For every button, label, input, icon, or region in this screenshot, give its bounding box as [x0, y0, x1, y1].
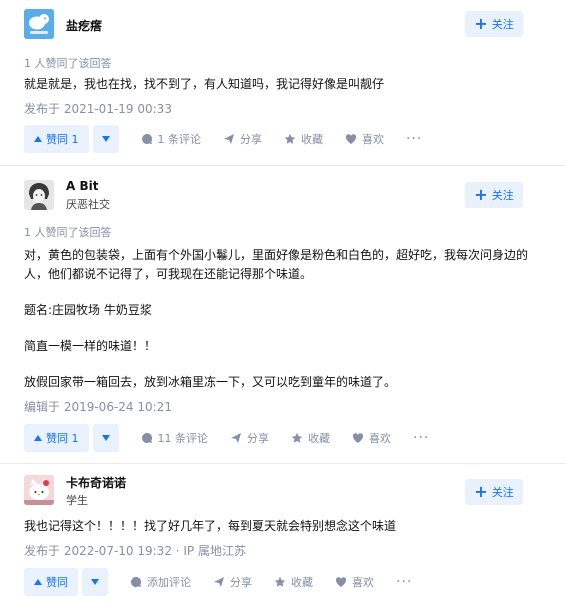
author-name[interactable]: A Bit — [66, 179, 98, 193]
content-paragraph: 放假回家带一箱回去，放到冰箱里冻一下，又可以吃到童年的味道了。 — [24, 375, 397, 389]
content-paragraph: 对，黄色的包装袋，上面有个外国小鬈儿，里面好像是粉色和白色的，超好吃，我每次问身… — [24, 248, 529, 281]
answer-item: 卡布奇诺诺 学生 + 关注 我也记得这个！！！！找了好几年了，每到夏天就会特别想… — [0, 464, 565, 612]
answer-author: 卡布奇诺诺 学生 + 关注 — [24, 464, 541, 512]
action-bar: 赞同 1 11 条评论 分享 收藏 喜欢 ··· — [24, 424, 429, 452]
action-bar: 赞同 添加评论 分享 收藏 喜欢 ··· — [24, 568, 412, 596]
collect-button[interactable]: 收藏 — [284, 131, 323, 147]
edit-date[interactable]: 编辑于 2019-06-24 10:21 — [24, 398, 172, 415]
follow-button[interactable]: + 关注 — [465, 182, 523, 208]
share-icon — [214, 577, 224, 587]
comment-icon — [131, 576, 142, 587]
content-paragraph: 就是就是，我也在找，找不到了，有人知道吗，我记得好像是叫靓仔 — [24, 77, 385, 91]
answer-content: 就是就是，我也在找，找不到了，有人知道吗，我记得好像是叫靓仔 — [24, 75, 544, 94]
sketch-portrait-avatar — [24, 180, 54, 210]
avatar[interactable] — [24, 9, 54, 39]
share-icon — [224, 134, 234, 144]
plus-icon: + — [474, 185, 488, 204]
comment-button[interactable]: 11 条评论 — [141, 430, 208, 446]
vote-down-button[interactable] — [92, 125, 119, 153]
author-headline: 学生 — [66, 494, 88, 507]
vote-up-button[interactable]: 赞同 1 — [24, 424, 89, 452]
share-button[interactable]: 分享 — [223, 131, 262, 147]
author-name[interactable]: 盐疙瘩 — [66, 17, 102, 34]
heart-icon — [335, 577, 347, 587]
like-button[interactable]: 喜欢 — [335, 574, 374, 590]
heart-icon — [352, 433, 364, 443]
more-button[interactable]: ··· — [396, 574, 412, 590]
vote-up-button[interactable]: 赞同 — [24, 568, 78, 596]
author-name[interactable]: 卡布奇诺诺 — [66, 474, 126, 491]
more-button[interactable]: ··· — [406, 131, 422, 147]
triangle-up-icon — [34, 579, 42, 585]
answer-author: A Bit 厌恶社交 + 关注 — [24, 166, 541, 214]
collect-button[interactable]: 收藏 — [274, 574, 313, 590]
comment-icon — [141, 432, 152, 443]
answer-author: 盐疙瘩 + 关注 — [24, 0, 541, 48]
answer-item: A Bit 厌恶社交 + 关注 1 人赞同了该回答 对，黄色的包装袋，上面有个外… — [0, 166, 565, 464]
content-paragraph: 简直一模一样的味道！！ — [24, 339, 157, 353]
publish-date[interactable]: 发布于 2022-07-10 19:32 · IP 属地江苏 — [24, 542, 246, 559]
answer-item: 盐疙瘩 + 关注 1 人赞同了该回答 就是就是，我也在找，找不到了，有人知道吗，… — [0, 0, 565, 166]
heart-icon — [345, 134, 357, 144]
answer-content: 对，黄色的包装袋，上面有个外国小鬈儿，里面好像是粉色和白色的，超好吃，我每次问身… — [24, 246, 539, 392]
vote-down-button[interactable] — [82, 568, 108, 596]
plus-icon: + — [474, 482, 488, 501]
avatar[interactable] — [24, 180, 54, 210]
vote-up-button[interactable]: 赞同 1 — [24, 125, 89, 153]
collect-button[interactable]: 收藏 — [291, 430, 330, 446]
answer-list: 盐疙瘩 + 关注 1 人赞同了该回答 就是就是，我也在找，找不到了，有人知道吗，… — [0, 0, 565, 612]
vote-summary: 1 人赞同了该回答 — [24, 226, 112, 239]
triangle-down-icon — [101, 435, 110, 441]
comment-button[interactable]: 1 条评论 — [141, 131, 201, 147]
comment-button[interactable]: 添加评论 — [130, 574, 191, 590]
content-paragraph: 题名:庄园牧场 牛奶豆浆 — [24, 303, 152, 317]
share-icon — [231, 433, 241, 443]
star-icon — [284, 133, 296, 144]
vote-down-button[interactable] — [92, 424, 119, 452]
triangle-up-icon — [34, 435, 42, 441]
star-icon — [274, 576, 286, 587]
answer-content: 我也记得这个！！！！找了好几年了，每到夏天就会特别想念这个味道 — [24, 517, 544, 536]
follow-button[interactable]: + 关注 — [465, 479, 523, 505]
comment-icon — [141, 133, 152, 144]
hello-kitty-avatar — [24, 475, 54, 505]
like-button[interactable]: 喜欢 — [352, 430, 391, 446]
share-button[interactable]: 分享 — [230, 430, 269, 446]
avatar[interactable] — [24, 475, 54, 505]
vote-summary: 1 人赞同了该回答 — [24, 57, 112, 70]
triangle-down-icon — [91, 579, 99, 585]
triangle-up-icon — [34, 136, 42, 142]
like-button[interactable]: 喜欢 — [345, 131, 384, 147]
zhihu-default-avatar-icon — [24, 9, 54, 39]
star-icon — [291, 432, 303, 443]
action-bar: 赞同 1 1 条评论 分享 收藏 喜欢 ··· — [24, 125, 422, 153]
publish-date[interactable]: 发布于 2021-01-19 00:33 — [24, 100, 172, 117]
follow-button[interactable]: + 关注 — [465, 11, 523, 37]
plus-icon: + — [474, 14, 488, 33]
share-button[interactable]: 分享 — [213, 574, 252, 590]
triangle-down-icon — [101, 136, 110, 142]
content-paragraph: 我也记得这个！！！！找了好几年了，每到夏天就会特别想念这个味道 — [24, 519, 397, 533]
author-headline: 厌恶社交 — [66, 198, 110, 211]
more-button[interactable]: ··· — [413, 430, 429, 446]
